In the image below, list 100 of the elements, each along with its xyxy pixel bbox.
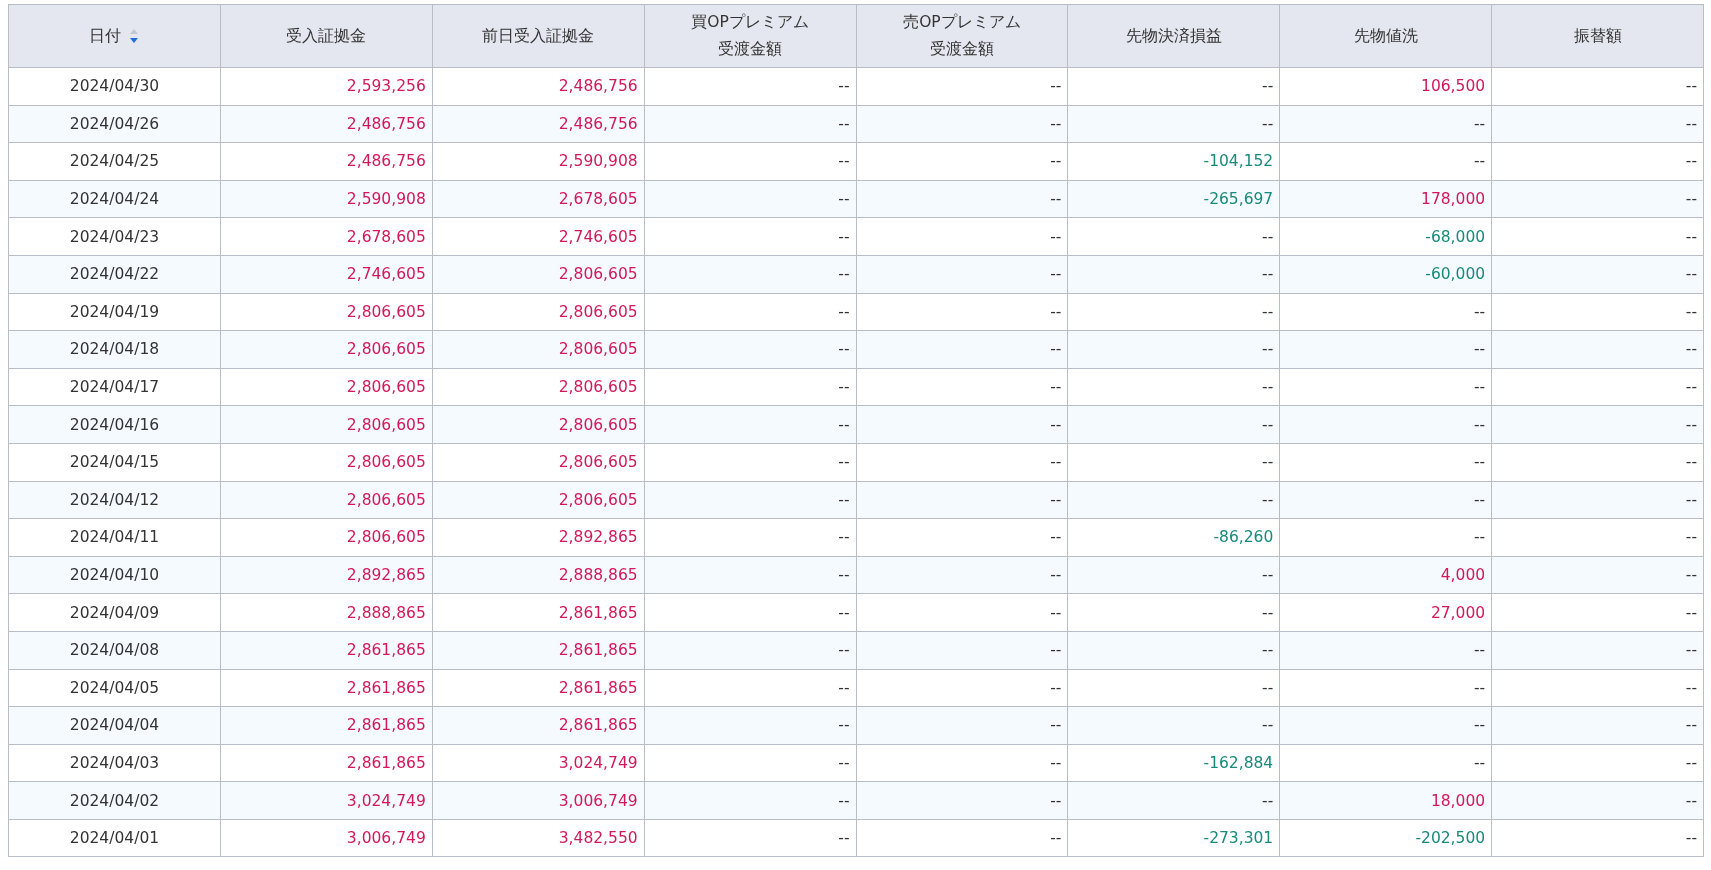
amount-cell: -- — [1067, 481, 1280, 519]
column-label: 前日受入証拠金 — [482, 25, 595, 47]
amount-cell: -273,301 — [1067, 819, 1280, 857]
amount-cell: 2,746,605 — [220, 255, 433, 294]
amount-cell: -- — [1491, 706, 1704, 745]
amount-cell: -- — [1491, 405, 1704, 444]
amount-cell: 2,806,605 — [432, 255, 645, 294]
amount-cell: -- — [856, 368, 1068, 406]
amount-cell: 2,486,756 — [432, 67, 645, 106]
amount-cell: -- — [1491, 593, 1704, 632]
amount-cell: 2,861,865 — [220, 706, 433, 745]
amount-cell: -- — [644, 706, 856, 745]
amount-cell: -- — [1279, 142, 1492, 181]
amount-cell: 2,861,865 — [432, 631, 645, 669]
amount-cell: -- — [856, 405, 1068, 444]
amount-cell: -- — [856, 330, 1068, 369]
date-cell: 2024/04/19 — [8, 293, 221, 331]
amount-cell: 2,806,605 — [432, 405, 645, 444]
amount-cell: -- — [644, 142, 856, 181]
column-label: 先物決済損益 — [1125, 25, 1222, 47]
amount-cell: -- — [856, 518, 1068, 557]
amount-cell: -- — [1491, 669, 1704, 707]
amount-cell: 2,806,605 — [432, 443, 645, 482]
date-cell: 2024/04/23 — [8, 217, 221, 256]
amount-cell: 2,892,865 — [432, 518, 645, 557]
amount-cell: -- — [1491, 293, 1704, 331]
date-cell: 2024/04/24 — [8, 180, 221, 218]
date-cell: 2024/04/12 — [8, 481, 221, 519]
amount-cell: -- — [1491, 67, 1704, 106]
sort-icon[interactable] — [129, 28, 140, 44]
amount-cell: 2,806,605 — [220, 330, 433, 369]
amount-cell: -- — [856, 706, 1068, 745]
column-header[interactable]: 日付 — [8, 4, 221, 68]
amount-cell: -- — [1067, 631, 1280, 669]
amount-cell: 2,806,605 — [432, 368, 645, 406]
amount-cell: 2,806,605 — [220, 443, 433, 482]
column-label: 振替額 — [1573, 25, 1622, 47]
amount-cell: -86,260 — [1067, 518, 1280, 557]
amount-cell: -- — [1067, 330, 1280, 369]
amount-cell: -- — [856, 631, 1068, 669]
amount-cell: -- — [644, 781, 856, 820]
amount-cell: -- — [856, 255, 1068, 294]
amount-cell: 3,006,749 — [220, 819, 433, 857]
amount-cell: 2,590,908 — [220, 180, 433, 218]
amount-cell: 2,806,605 — [432, 293, 645, 331]
amount-cell: 2,746,605 — [432, 217, 645, 256]
amount-cell: -- — [1279, 293, 1492, 331]
amount-cell: -- — [1067, 556, 1280, 594]
amount-cell: -- — [1067, 669, 1280, 707]
amount-cell: -- — [1067, 593, 1280, 632]
date-cell: 2024/04/05 — [8, 669, 221, 707]
amount-cell: 3,024,749 — [432, 744, 645, 782]
amount-cell: -- — [1491, 481, 1704, 519]
amount-cell: -- — [644, 443, 856, 482]
amount-cell: -- — [856, 67, 1068, 106]
amount-cell: -- — [1491, 180, 1704, 218]
amount-cell: 2,861,865 — [220, 669, 433, 707]
amount-cell: -- — [1279, 105, 1492, 143]
column-label: 受入証拠金 — [286, 25, 367, 47]
date-cell: 2024/04/18 — [8, 330, 221, 369]
amount-cell: -- — [856, 105, 1068, 143]
amount-cell: 2,678,605 — [220, 217, 433, 256]
amount-cell: -265,697 — [1067, 180, 1280, 218]
amount-cell: -- — [644, 593, 856, 632]
amount-cell: -- — [1491, 255, 1704, 294]
amount-cell: -- — [1279, 481, 1492, 519]
amount-cell: -- — [856, 744, 1068, 782]
amount-cell: 3,006,749 — [432, 781, 645, 820]
amount-cell: -- — [644, 518, 856, 557]
amount-cell: 2,861,865 — [432, 593, 645, 632]
amount-cell: -- — [1279, 405, 1492, 444]
amount-cell: 27,000 — [1279, 593, 1492, 632]
amount-cell: -- — [1279, 443, 1492, 482]
amount-cell: -- — [856, 142, 1068, 181]
amount-cell: 2,806,605 — [220, 293, 433, 331]
amount-cell: -- — [644, 481, 856, 519]
amount-cell: 2,892,865 — [220, 556, 433, 594]
amount-cell: -- — [1491, 781, 1704, 820]
amount-cell: 2,486,756 — [220, 142, 433, 181]
amount-cell: 2,806,605 — [220, 405, 433, 444]
date-cell: 2024/04/26 — [8, 105, 221, 143]
amount-cell: -- — [644, 669, 856, 707]
amount-cell: -- — [1279, 669, 1492, 707]
amount-cell: -- — [644, 368, 856, 406]
amount-cell: -- — [1067, 706, 1280, 745]
amount-cell: -- — [644, 819, 856, 857]
column-label: 日付 — [89, 25, 122, 47]
column-label: 売OPプレミアム — [903, 12, 1021, 33]
amount-cell: -- — [1279, 330, 1492, 369]
amount-cell: 2,861,865 — [220, 744, 433, 782]
amount-cell: -- — [1067, 255, 1280, 294]
date-cell: 2024/04/15 — [8, 443, 221, 482]
amount-cell: -- — [856, 481, 1068, 519]
amount-cell: -- — [644, 405, 856, 444]
amount-cell: -- — [1279, 744, 1492, 782]
amount-cell: 2,888,865 — [220, 593, 433, 632]
amount-cell: -- — [1491, 368, 1704, 406]
amount-cell: -- — [1279, 631, 1492, 669]
amount-cell: 2,888,865 — [432, 556, 645, 594]
amount-cell: -- — [644, 255, 856, 294]
